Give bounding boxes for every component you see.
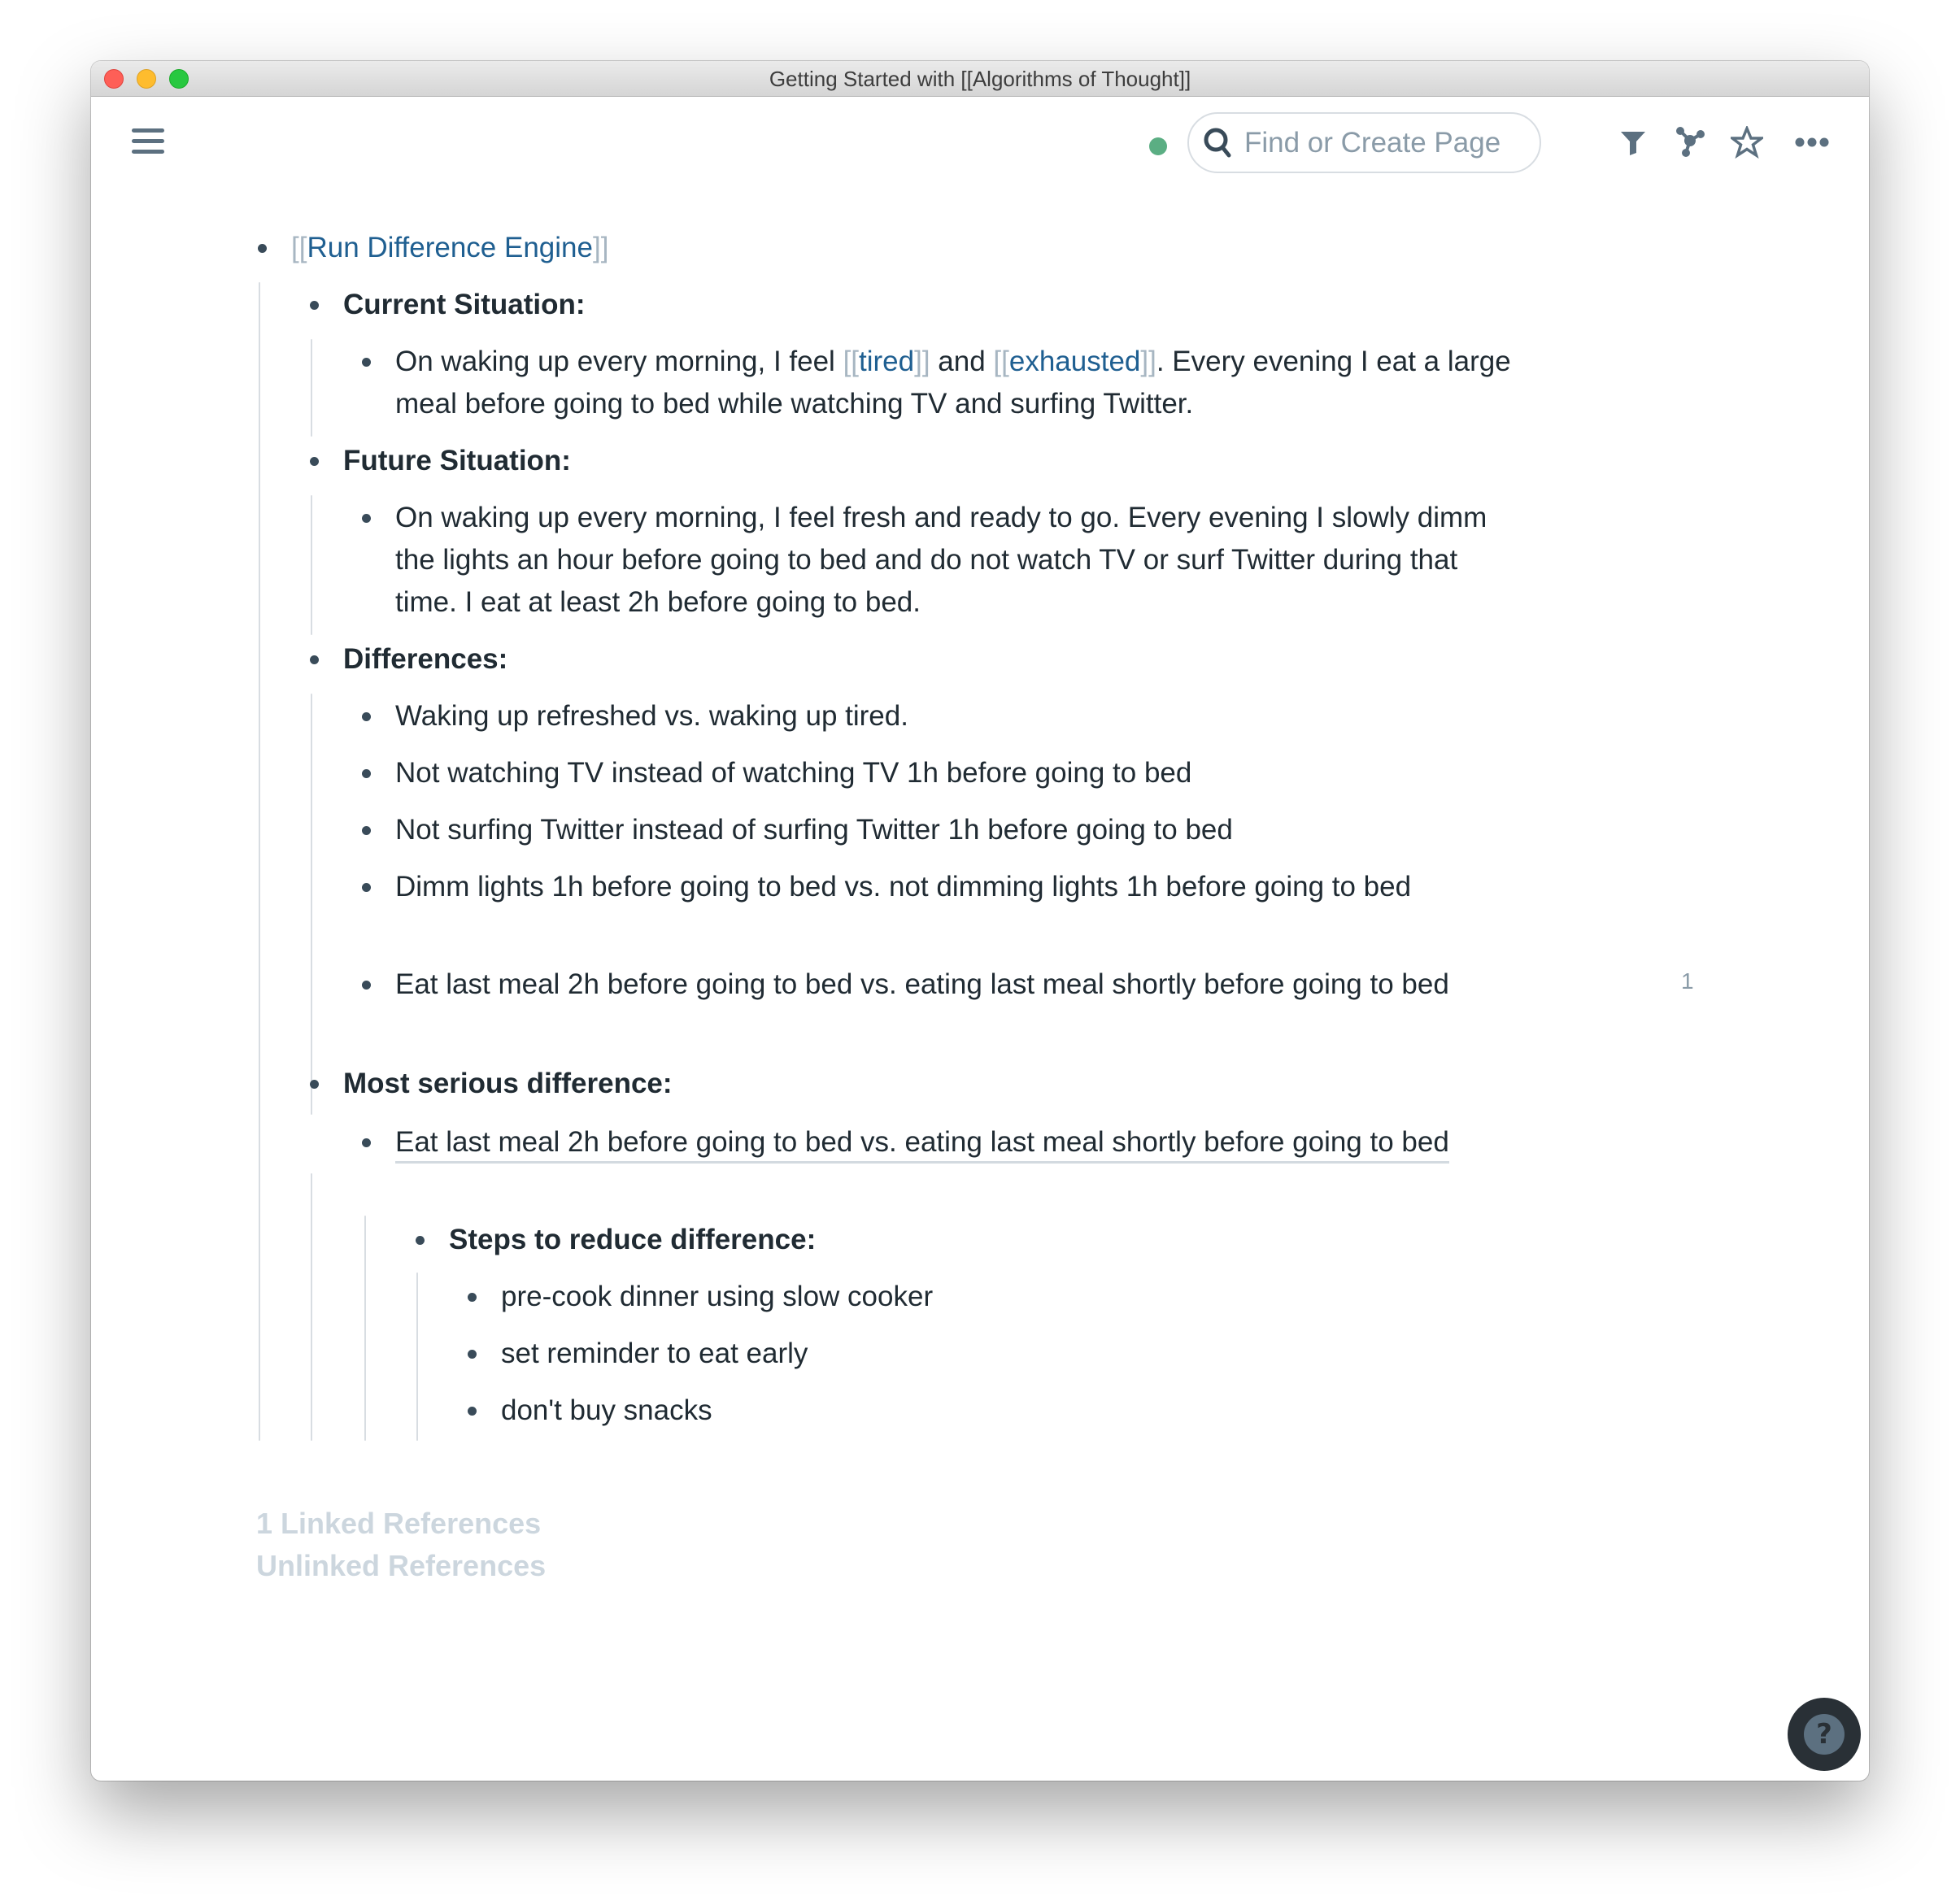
sync-status-indicator [1149,137,1167,155]
outline-item-future-text[interactable]: On waking up every morning, I feel fresh… [362,497,1500,624]
bullet[interactable] [310,301,319,310]
title-bar: Getting Started with [[Algorithms of Tho… [91,61,1869,97]
search-icon [1204,128,1231,157]
difference-item[interactable]: Dimm lights 1h before going to bed vs. n… [362,866,1517,908]
outline-item-differences[interactable]: Differences: [310,638,507,681]
help-button[interactable]: ? [1788,1698,1861,1771]
graph-icon [1676,127,1705,157]
outline-item-current-situation[interactable]: Current Situation: [310,284,585,326]
search-bar[interactable] [1187,112,1541,173]
page-link-tired[interactable]: tired [859,346,914,377]
step-item[interactable]: don't buy snacks [468,1390,712,1432]
block-reference-count[interactable]: 1 [1681,968,1694,994]
block-reference[interactable]: Eat last meal 2h before going to bed vs.… [395,1126,1449,1164]
outline-item-block-reference[interactable]: Eat last meal 2h before going to bed vs.… [362,1121,1517,1164]
indent-guide [311,495,312,635]
bullet[interactable] [362,1138,371,1147]
bullet[interactable] [258,244,267,253]
outline-item-current-text[interactable]: On waking up every morning, I feel [[tir… [362,341,1541,425]
app-window: Getting Started with [[Algorithms of Tho… [91,61,1869,1781]
step-item[interactable]: pre-cook dinner using slow cooker [468,1276,933,1318]
bullet[interactable] [362,514,371,523]
window-title: Getting Started with [[Algorithms of Tho… [769,67,1191,91]
more-options-button[interactable] [1794,124,1830,160]
bullet[interactable] [468,1350,477,1359]
bullet[interactable] [362,826,371,835]
filter-icon [1621,132,1645,155]
indent-guide [311,339,312,437]
filter-button[interactable] [1615,124,1651,160]
block-text: On waking up every morning, I feel fresh… [395,502,1487,618]
difference-item[interactable]: Waking up refreshed vs. waking up tired. [362,695,1541,737]
difference-item[interactable]: Eat last meal 2h before going to bed vs.… [362,964,1517,1006]
heading-current-situation: Current Situation: [343,289,586,320]
outline-item-most-serious-difference[interactable]: Most serious difference: [310,1063,673,1105]
bullet[interactable] [310,655,319,664]
indent-guide [311,694,312,1115]
linked-references-header[interactable]: 1 Linked References [256,1507,541,1541]
outline-item-root[interactable]: [[Run Difference Engine]] [258,227,608,269]
indent-guide [364,1216,366,1441]
bullet[interactable] [362,358,371,367]
heading-most-serious-difference: Most serious difference: [343,1068,673,1099]
search-input[interactable] [1244,126,1513,159]
hamburger-menu-icon[interactable] [132,128,164,156]
indent-guide [259,282,260,1441]
outline-item-steps-heading[interactable]: Steps to reduce difference: [416,1219,816,1261]
outline-item-future-situation[interactable]: Future Situation: [310,440,571,482]
bullet[interactable] [310,457,319,466]
block-text: On waking up every morning, I feel [[tir… [395,346,1511,420]
bullet[interactable] [310,1080,319,1089]
favorite-button[interactable] [1729,124,1765,160]
bullet[interactable] [416,1236,425,1245]
indent-guide [416,1272,418,1441]
difference-item[interactable]: Not watching TV instead of watching TV 1… [362,752,1541,794]
help-icon: ? [1804,1714,1845,1755]
heading-differences: Differences: [343,643,508,675]
bullet[interactable] [362,769,371,778]
page-link-exhausted[interactable]: exhausted [1009,346,1141,377]
step-item[interactable]: set reminder to eat early [468,1333,808,1375]
bullet[interactable] [468,1407,477,1416]
page-link-run-difference-engine[interactable]: [[Run Difference Engine]] [291,227,608,269]
more-horizontal-icon [1795,137,1829,147]
indent-guide [311,1173,312,1441]
bullet[interactable] [468,1293,477,1302]
bullet[interactable] [362,883,371,892]
difference-item[interactable]: Not surfing Twitter instead of surfing T… [362,809,1541,851]
unlinked-references-header[interactable]: Unlinked References [256,1549,546,1583]
star-icon [1731,126,1763,159]
heading-future-situation: Future Situation: [343,445,571,476]
heading-steps-to-reduce: Steps to reduce difference: [449,1224,817,1255]
bullet[interactable] [362,981,371,990]
bullet[interactable] [362,712,371,721]
graph-view-button[interactable] [1672,124,1708,160]
